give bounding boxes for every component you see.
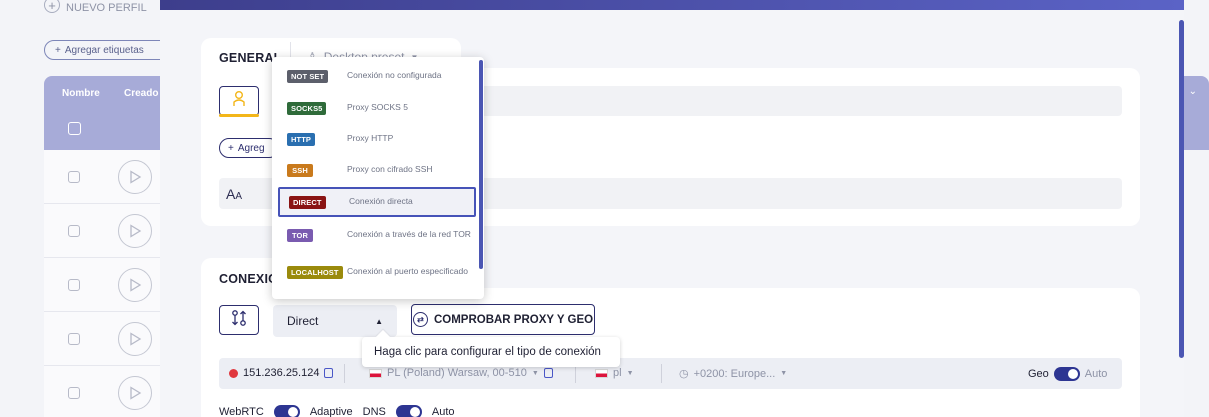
add-tag-button[interactable]: + Agreg — [219, 138, 279, 158]
select-all-checkbox[interactable] — [68, 122, 81, 135]
table-row[interactable] — [44, 366, 160, 417]
ip-info: 151.236.25.124 — [229, 367, 334, 379]
dns-mode: Auto — [431, 406, 455, 417]
connection-type-value: Direct — [287, 314, 319, 328]
poland-flag-icon — [369, 368, 382, 378]
dropdown-option-label: Proxy HTTP — [347, 133, 394, 144]
table-row[interactable] — [44, 204, 160, 258]
dropdown-option-label: Conexión no configurada — [347, 70, 442, 81]
status-dot-icon — [229, 368, 238, 378]
dns-toggle[interactable] — [395, 405, 422, 417]
new-profile-label: NUEVO PERFIL — [66, 2, 147, 14]
plus-icon: + — [228, 142, 234, 154]
connection-type-badge: DIRECT — [289, 195, 326, 209]
font-icon: AA — [226, 186, 243, 202]
connection-type-badge: NOT SET — [287, 69, 329, 83]
person-icon — [232, 90, 246, 113]
play-icon[interactable] — [118, 322, 152, 356]
copy-icon[interactable] — [324, 368, 334, 378]
refresh-icon: ⇄ — [412, 312, 428, 327]
add-tag-label: Agreg — [237, 142, 265, 154]
chevron-down-icon: ▼ — [780, 370, 788, 377]
webrtc-mode: Adaptive — [309, 406, 353, 417]
identity-icon-button[interactable] — [219, 86, 259, 116]
chevron-down-icon: ▼ — [531, 369, 539, 377]
geo-label: Geo — [1028, 368, 1049, 380]
webrtc-dns-row: WebRTC Adaptive DNS Auto — [219, 405, 455, 417]
add-tags-label: Agregar etiquetas — [64, 44, 144, 56]
connection-title: CONEXIÓ — [219, 272, 279, 286]
dns-label: DNS — [362, 406, 386, 417]
dropdown-option-label: Conexión a través de la red TOR — [347, 229, 471, 240]
table-row[interactable] — [44, 258, 160, 312]
row-checkbox[interactable] — [68, 387, 80, 399]
check-proxy-button[interactable]: ⇄ COMPROBAR PROXY Y GEO — [411, 304, 595, 335]
connection-info-bar: 151.236.25.124 PL (Poland) Warsaw, 00-51… — [219, 358, 1122, 389]
location-info[interactable]: PL (Poland) Warsaw, 00-510 ▼ — [369, 367, 553, 379]
new-profile-button[interactable]: + NUEVO PERFIL — [44, 0, 147, 16]
timezone-text: +0200: Europe... — [693, 367, 776, 380]
clock-icon: ◷ — [679, 368, 689, 380]
chevron-down-icon[interactable]: ⌄ — [1189, 86, 1197, 97]
table-row[interactable] — [44, 150, 160, 204]
language-info[interactable]: pl ▼ — [595, 367, 634, 379]
language-text: pl — [613, 367, 622, 379]
dropdown-option[interactable]: TOR Conexión a través de la red TOR — [278, 220, 476, 250]
connection-type-badge: SOCKS5 — [287, 101, 327, 115]
dropdown-option[interactable]: DIRECT Conexión directa — [278, 187, 476, 217]
row-checkbox[interactable] — [68, 171, 80, 183]
dropdown-option[interactable]: LOCALHOST Conexión al puerto especificado — [278, 257, 476, 287]
poland-flag-icon — [595, 368, 608, 378]
dropdown-option-label: Proxy con cifrado SSH — [347, 164, 433, 175]
play-icon[interactable] — [118, 268, 152, 302]
connection-icon-button[interactable] — [219, 305, 259, 335]
dropdown-option[interactable]: SOCKS5 Proxy SOCKS 5 — [278, 93, 476, 123]
plus-icon: + — [44, 0, 60, 13]
play-icon[interactable] — [118, 160, 152, 194]
webrtc-toggle[interactable] — [273, 405, 300, 417]
connection-type-dropdown: NOT SET Conexión no configurada SOCKS5 Prox… — [272, 57, 484, 299]
ip-address: 151.236.25.124 — [243, 367, 320, 379]
table-row[interactable] — [44, 312, 160, 366]
row-checkbox[interactable] — [68, 279, 80, 291]
row-checkbox[interactable] — [68, 225, 80, 237]
dropdown-option[interactable]: SSH Proxy con cifrado SSH — [278, 155, 476, 185]
dropdown-option[interactable]: HTTP Proxy HTTP — [278, 124, 476, 154]
chevron-down-icon: ▼ — [626, 369, 634, 377]
connection-type-badge: TOR — [287, 228, 313, 242]
connection-type-badge: HTTP — [287, 132, 315, 146]
play-icon[interactable] — [118, 214, 152, 248]
profile-name-field[interactable] — [478, 86, 1122, 116]
chevron-up-icon: ▲ — [375, 316, 383, 326]
play-icon[interactable] — [118, 376, 152, 410]
dropdown-option-label: Proxy SOCKS 5 — [347, 102, 408, 113]
location-text: PL (Poland) Warsaw, 00-510 — [387, 367, 527, 379]
column-header-name[interactable]: Nombre — [62, 88, 100, 99]
plus-icon: + — [55, 44, 61, 56]
dropdown-option-label: Conexión al puerto especificado — [347, 266, 468, 277]
row-checkbox[interactable] — [68, 333, 80, 345]
connection-type-select[interactable]: Direct ▲ — [273, 305, 397, 337]
geo-mode: Auto — [1084, 368, 1108, 380]
connection-type-tooltip: Haga clic para configurar el tipo de con… — [362, 337, 620, 367]
active-indicator — [219, 114, 259, 117]
dropdown-option-label: Conexión directa — [349, 196, 413, 207]
column-header-created[interactable]: Creado — [124, 88, 158, 99]
modal-header-bar — [160, 0, 1184, 10]
divider — [661, 364, 662, 383]
connection-type-badge: SSH — [287, 163, 313, 177]
webrtc-label: WebRTC — [219, 406, 264, 417]
check-proxy-label: COMPROBAR PROXY Y GEO — [433, 313, 594, 326]
modal-scrollbar[interactable] — [1179, 20, 1184, 358]
geo-info: Geo Auto — [1028, 367, 1107, 381]
dropdown-scrollbar[interactable] — [479, 60, 483, 269]
switch-arrows-icon — [231, 309, 247, 332]
copy-icon[interactable] — [543, 368, 553, 378]
dropdown-option[interactable]: NOT SET Conexión no configurada — [278, 61, 476, 91]
geo-toggle[interactable] — [1053, 367, 1080, 381]
timezone-info[interactable]: ◷ +0200: Europe... ▼ — [679, 367, 788, 381]
divider — [344, 364, 345, 383]
connection-type-badge: LOCALHOST — [287, 265, 343, 279]
